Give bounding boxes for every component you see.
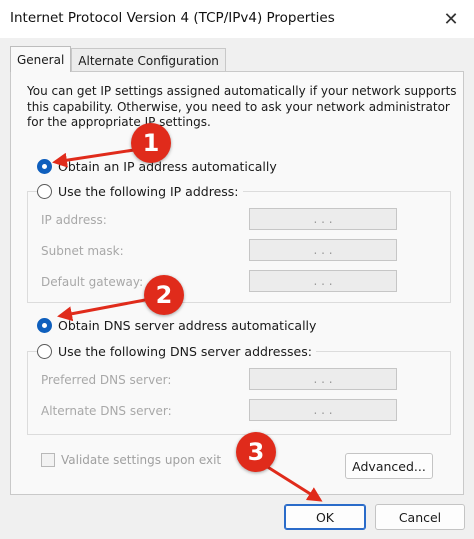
callout-3: 3 <box>236 432 276 472</box>
callout-1: 1 <box>131 123 171 163</box>
arrow-2 <box>57 298 146 322</box>
arrow-1 <box>52 148 135 168</box>
callout-2: 2 <box>144 275 184 315</box>
arrow-3 <box>265 464 323 502</box>
